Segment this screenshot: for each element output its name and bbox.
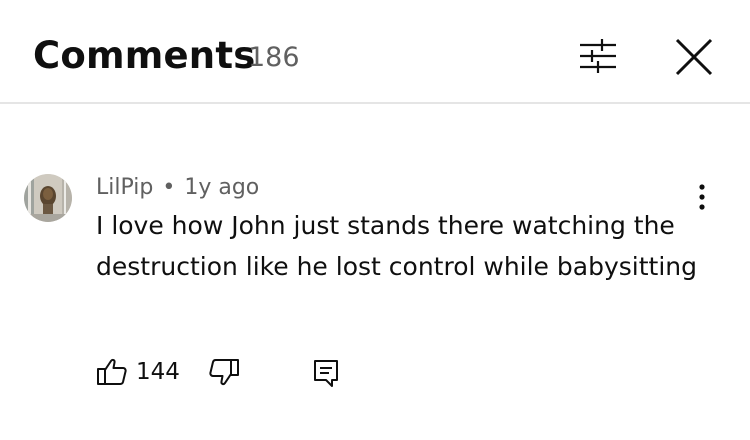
thumbs-down-icon[interactable]: [208, 356, 240, 388]
meta-separator: •: [162, 175, 176, 200]
comments-header: Comments 186: [0, 0, 750, 104]
comment-meta: LilPip • 1y ago: [96, 174, 259, 202]
reply-icon[interactable]: [312, 358, 340, 388]
avatar[interactable]: [24, 174, 72, 222]
comment-time: 1y ago: [184, 175, 260, 200]
sliders-icon[interactable]: [578, 38, 618, 74]
comment-text: I love how John just stands there watchi…: [96, 211, 697, 281]
comment-author[interactable]: LilPip: [96, 175, 153, 200]
comments-count: 186: [248, 42, 300, 73]
close-icon[interactable]: [674, 37, 714, 77]
like-count: 144: [136, 359, 180, 385]
thumbs-up-icon[interactable]: [96, 356, 128, 388]
comments-title: Comments: [33, 34, 256, 77]
